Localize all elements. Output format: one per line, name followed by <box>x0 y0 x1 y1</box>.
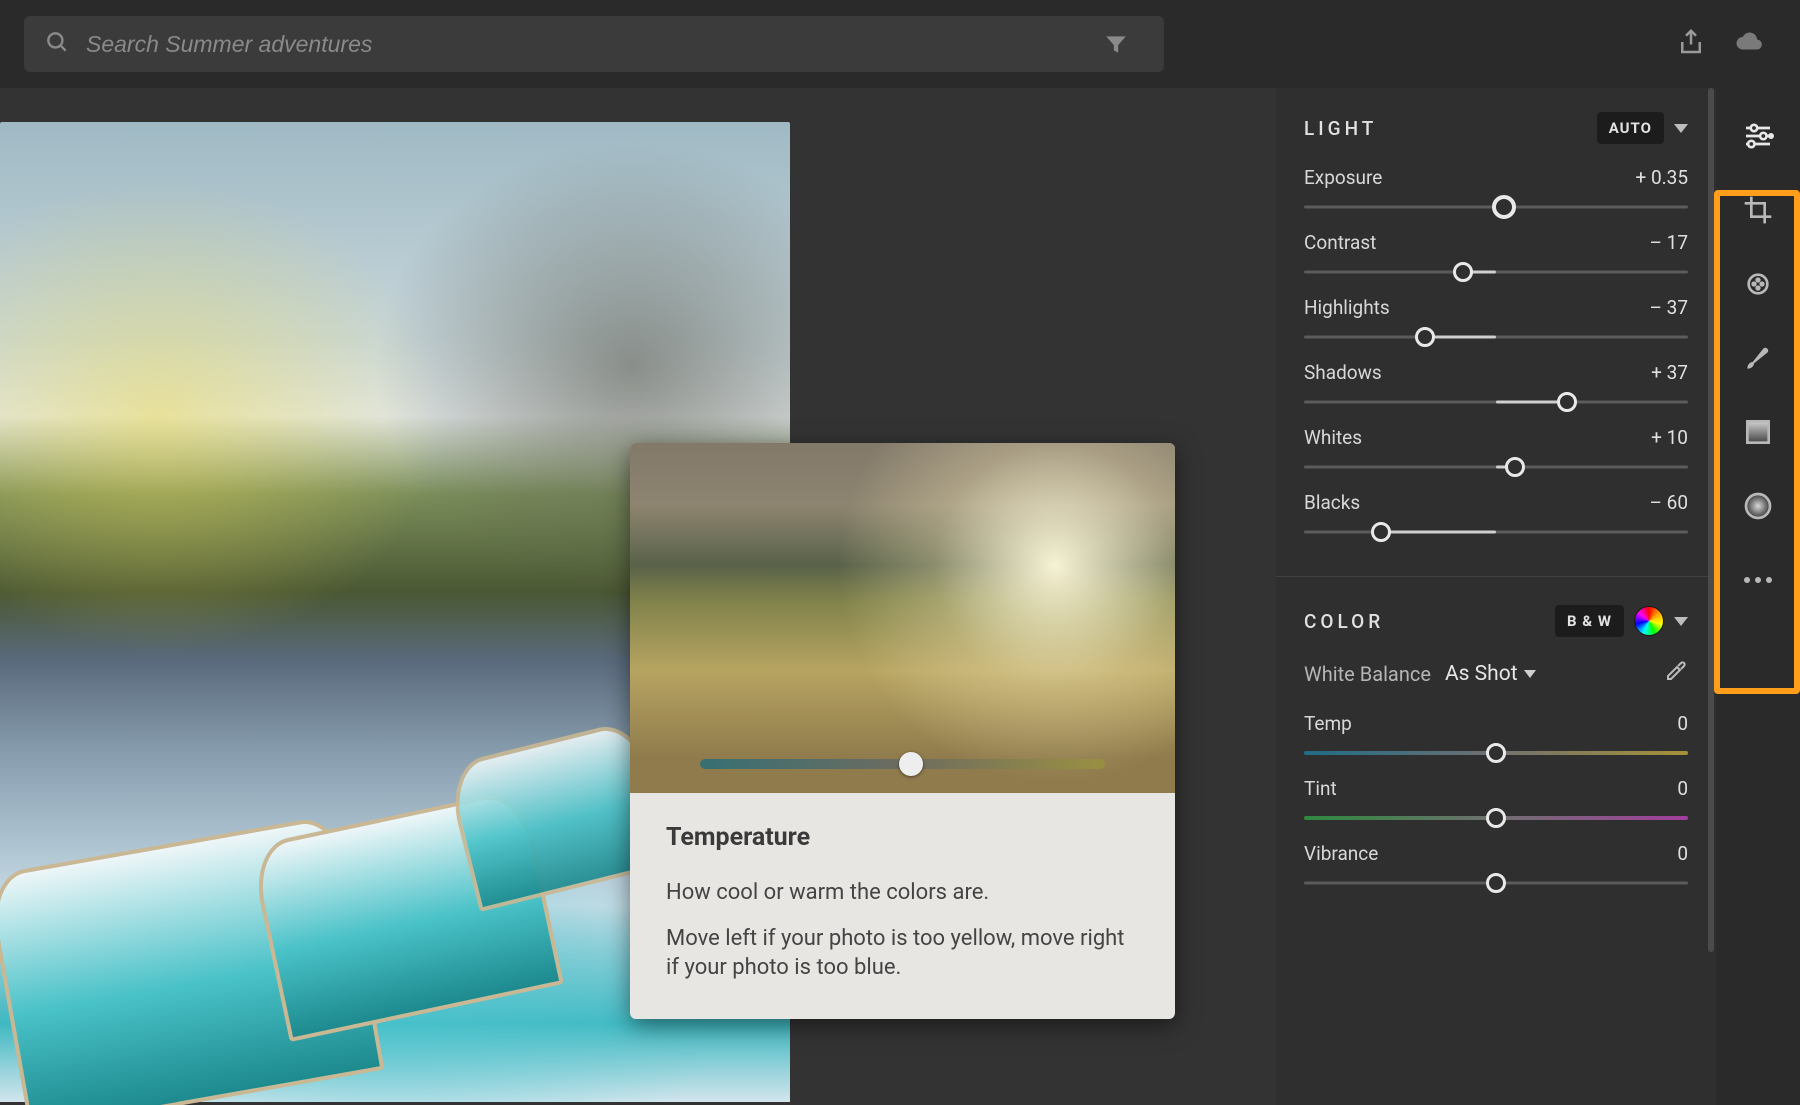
slider-thumb[interactable] <box>1557 392 1577 412</box>
help-popup: Temperature How cool or warm the colors … <box>630 443 1175 1019</box>
color-slider-tint[interactable]: Tint 0 <box>1304 777 1688 826</box>
brush-icon[interactable] <box>1738 338 1778 378</box>
help-popup-slider-thumb <box>899 752 923 776</box>
slider-value: 0 <box>1677 777 1688 800</box>
top-right-actions <box>1676 27 1776 61</box>
slider-track[interactable] <box>1304 264 1688 280</box>
top-bar <box>0 0 1800 88</box>
search-bar[interactable] <box>24 16 1164 72</box>
color-slider-temp[interactable]: Temp 0 <box>1304 712 1688 761</box>
slider-value: + 10 <box>1651 426 1688 449</box>
slider-thumb[interactable] <box>1486 808 1506 828</box>
auto-button[interactable]: AUTO <box>1597 112 1664 144</box>
panel-section-color: COLOR B & W White Balance As Shot <box>1304 605 1688 891</box>
light-slider-contrast[interactable]: Contrast – 17 <box>1304 231 1688 280</box>
slider-track[interactable] <box>1304 329 1688 345</box>
slider-value: + 37 <box>1651 361 1688 384</box>
panel-title: COLOR <box>1304 610 1384 633</box>
slider-label: Blacks <box>1304 491 1360 514</box>
help-popup-preview <box>630 443 1175 793</box>
help-popup-title: Temperature <box>666 823 1139 852</box>
slider-value: 0 <box>1677 712 1688 735</box>
light-slider-highlights[interactable]: Highlights – 37 <box>1304 296 1688 345</box>
edit-sliders-icon[interactable] <box>1738 116 1778 156</box>
slider-label: Contrast <box>1304 231 1376 254</box>
filter-icon[interactable] <box>1088 16 1144 72</box>
slider-track[interactable] <box>1304 875 1688 891</box>
panel-title: LIGHT <box>1304 117 1377 140</box>
slider-label: Tint <box>1304 777 1337 800</box>
slider-label: Whites <box>1304 426 1362 449</box>
radial-gradient-icon[interactable] <box>1738 486 1778 526</box>
cloud-sync-icon[interactable] <box>1734 27 1764 61</box>
slider-fill <box>1381 531 1496 534</box>
panel-section-light: LIGHT AUTO Exposure + 0.35 Contrast – 17 Hig… <box>1304 112 1688 540</box>
white-balance-row: White Balance As Shot <box>1304 659 1688 688</box>
color-slider-vibrance[interactable]: Vibrance 0 <box>1304 842 1688 891</box>
bw-button[interactable]: B & W <box>1555 605 1624 637</box>
search-icon <box>44 29 70 59</box>
slider-line <box>1304 336 1688 339</box>
white-balance-dropdown[interactable]: As Shot <box>1445 662 1536 686</box>
help-popup-text: Move left if your photo is too yellow, m… <box>666 924 1139 983</box>
slider-thumb[interactable] <box>1415 327 1435 347</box>
eyedropper-icon[interactable] <box>1664 659 1688 688</box>
help-popup-temp-slider <box>700 755 1105 773</box>
photo-canvas[interactable]: Temperature How cool or warm the colors … <box>0 88 1276 1105</box>
color-mixer-icon[interactable] <box>1634 606 1664 636</box>
slider-thumb[interactable] <box>1371 522 1391 542</box>
tool-strip <box>1716 88 1800 1105</box>
chevron-down-icon <box>1524 670 1536 678</box>
slider-value: – 17 <box>1649 231 1688 254</box>
edit-panel: LIGHT AUTO Exposure + 0.35 Contrast – 17 Hig… <box>1276 88 1716 1105</box>
slider-thumb[interactable] <box>1486 743 1506 763</box>
white-balance-label: White Balance <box>1304 662 1431 686</box>
slider-thumb[interactable] <box>1505 457 1525 477</box>
slider-thumb[interactable] <box>1486 873 1506 893</box>
slider-fill <box>1425 336 1496 339</box>
slider-track[interactable] <box>1304 459 1688 475</box>
white-balance-value: As Shot <box>1445 662 1518 686</box>
panel-header-light[interactable]: LIGHT AUTO <box>1304 112 1688 144</box>
search-input[interactable] <box>86 31 1072 58</box>
content-row: Temperature How cool or warm the colors … <box>0 88 1800 1105</box>
slider-track[interactable] <box>1304 199 1688 215</box>
slider-thumb[interactable] <box>1492 195 1516 219</box>
healing-brush-icon[interactable] <box>1738 264 1778 304</box>
chevron-down-icon[interactable] <box>1674 617 1688 626</box>
slider-value: – 60 <box>1649 491 1688 514</box>
slider-track[interactable] <box>1304 810 1688 826</box>
slider-label: Temp <box>1304 712 1352 735</box>
linear-gradient-icon[interactable] <box>1738 412 1778 452</box>
more-icon[interactable] <box>1738 560 1778 600</box>
slider-value: – 37 <box>1649 296 1688 319</box>
slider-line <box>1304 531 1688 534</box>
app-window: Temperature How cool or warm the colors … <box>0 0 1800 1105</box>
section-divider <box>1276 576 1716 577</box>
light-slider-shadows[interactable]: Shadows + 37 <box>1304 361 1688 410</box>
slider-value: 0 <box>1677 842 1688 865</box>
slider-label: Shadows <box>1304 361 1382 384</box>
slider-label: Vibrance <box>1304 842 1378 865</box>
crop-icon[interactable] <box>1738 190 1778 230</box>
share-icon[interactable] <box>1676 27 1706 61</box>
chevron-down-icon[interactable] <box>1674 124 1688 133</box>
help-popup-text: How cool or warm the colors are. <box>666 878 1139 908</box>
slider-value: + 0.35 <box>1635 166 1688 189</box>
scrollbar[interactable] <box>1708 88 1714 952</box>
light-slider-whites[interactable]: Whites + 10 <box>1304 426 1688 475</box>
light-slider-exposure[interactable]: Exposure + 0.35 <box>1304 166 1688 215</box>
slider-track[interactable] <box>1304 745 1688 761</box>
slider-track[interactable] <box>1304 394 1688 410</box>
slider-label: Highlights <box>1304 296 1390 319</box>
slider-track[interactable] <box>1304 524 1688 540</box>
panel-header-color[interactable]: COLOR B & W <box>1304 605 1688 637</box>
slider-label: Exposure <box>1304 166 1382 189</box>
light-slider-blacks[interactable]: Blacks – 60 <box>1304 491 1688 540</box>
slider-line <box>1304 271 1688 274</box>
slider-thumb[interactable] <box>1453 262 1473 282</box>
help-popup-body: Temperature How cool or warm the colors … <box>630 793 1175 1019</box>
